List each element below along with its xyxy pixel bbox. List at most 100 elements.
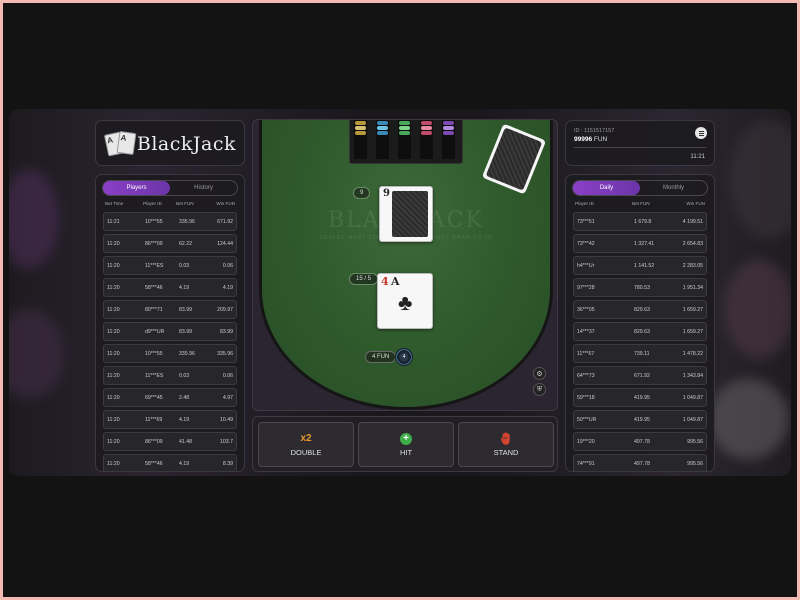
background-blur <box>9 169 59 269</box>
leaderboard-cell: 1 343.84 <box>682 373 703 379</box>
bet-row: 11:21 10***55 335.96 671.92 <box>103 212 237 231</box>
leaderboard-row: h4***Ur 1 141.52 2 283.05 <box>573 256 707 275</box>
bet-cell: 11:20 <box>107 373 120 379</box>
account-info-panel: ID : 1151517157 99996 FUN 11:21 <box>565 120 715 166</box>
bet-cell: 11:20 <box>107 351 120 357</box>
bet-cell: 10***55 <box>145 219 163 225</box>
left-column-headers: Bet Time Player ID Bet FUN Win FUN <box>104 201 236 209</box>
leaderboard-cell: 2 654.83 <box>682 241 703 247</box>
dealer-card-rank: 9 <box>383 188 390 199</box>
bet-cell: 11:20 <box>107 439 120 445</box>
leaderboard-row: 97***28 780.53 1 951.34 <box>573 278 707 297</box>
bet-cell: 11:20 <box>107 285 120 291</box>
player-cards: 4 A ♣ <box>377 273 433 329</box>
leaderboard-row: 50***UR 419.95 1 049.87 <box>573 410 707 429</box>
leaderboard-cell: 1 951.34 <box>682 285 703 291</box>
leaderboard-cell: 1 478.22 <box>682 351 703 357</box>
leaderboard-cell: 995.56 <box>687 439 703 445</box>
leaderboard-cell: 497.78 <box>634 461 650 467</box>
leaderboard-row: 59***18 419.95 1 049.87 <box>573 388 707 407</box>
leaderboard-row: 19***20 497.78 995.56 <box>573 432 707 451</box>
leaderboard-cell: 4 199.51 <box>682 219 703 225</box>
right-leaderboard-panel: Daily Monthly Player ID Bet FUN Win FUN … <box>565 174 715 472</box>
tab-monthly[interactable]: Monthly <box>640 181 707 195</box>
shield-icon[interactable]: ⛨ <box>533 383 546 396</box>
leaderboard-cell: 1 049.87 <box>682 417 703 423</box>
action-bar: x2 DOUBLE + HIT STAND <box>252 416 558 472</box>
leaderboard-cell: 995.56 <box>687 461 703 467</box>
bet-cell: 11:21 <box>107 219 120 225</box>
bet-row: 11:20 86***09 41.48 103.7 <box>103 432 237 451</box>
bet-cell: 4.19 <box>222 285 233 291</box>
leaderboard-cell: 11***67 <box>577 351 595 357</box>
double-button[interactable]: x2 DOUBLE <box>258 422 354 467</box>
stand-label: STAND <box>493 448 519 457</box>
menu-button[interactable] <box>695 127 707 139</box>
left-tabs: Players History <box>102 180 238 196</box>
bet-cell: 10.49 <box>220 417 233 423</box>
right-column-headers: Player ID Bet FUN Win FUN <box>574 201 706 209</box>
background-blur <box>9 309 64 399</box>
bet-row: 11:20 86***09 62.22 124.44 <box>103 234 237 253</box>
bet-cell: 10***55 <box>145 351 163 357</box>
column-header: Player ID <box>143 201 162 206</box>
bet-cell: 11***ES <box>145 373 164 379</box>
bet-cell: 0.03 <box>179 373 190 379</box>
chip-stack <box>420 120 433 159</box>
leaderboard-row: 36***05 829.63 1 659.27 <box>573 300 707 319</box>
balance-amount: 99996 <box>574 136 593 143</box>
leaderboard-cell: 829.63 <box>634 307 650 313</box>
bet-cell: 335.96 <box>217 351 233 357</box>
bet-cell: 58***46 <box>145 461 163 467</box>
settings-gear-icon[interactable]: ⚙ <box>533 367 546 380</box>
bet-cell: 11:20 <box>107 307 120 313</box>
column-header: Win FUN <box>216 201 235 206</box>
leaderboard-cell: 74***91 <box>577 461 595 467</box>
bet-cell: 671.92 <box>217 219 233 225</box>
bet-cell: 4.19 <box>179 285 190 291</box>
tab-history[interactable]: History <box>170 181 237 195</box>
menu-icon <box>698 130 704 132</box>
background-blur <box>709 379 789 459</box>
background-blur <box>724 259 791 359</box>
plus-icon: + <box>400 432 412 445</box>
background-blur <box>729 119 791 239</box>
leaderboard-cell: 50***UR <box>577 417 597 423</box>
chip-stack <box>398 120 411 159</box>
leaderboard-cell: 780.53 <box>634 285 650 291</box>
column-header: Win FUN <box>686 201 705 206</box>
stand-button[interactable]: STAND <box>458 422 554 467</box>
bet-cell: 11***69 <box>145 417 163 423</box>
tab-players[interactable]: Players <box>103 181 170 195</box>
bet-amount: 4 FUN <box>365 351 397 363</box>
leaderboard-cell: 419.95 <box>634 417 650 423</box>
bet-cell: 86***09 <box>145 241 163 247</box>
bet-cell: 11:20 <box>107 395 120 401</box>
leaderboard-cell: 829.63 <box>634 329 650 335</box>
club-suit-icon: ♣ <box>398 290 413 315</box>
leaderboard-cell: 497.78 <box>634 439 650 445</box>
left-bets-list: 11:21 10***55 335.96 671.92 11:20 86***09 62.2… <box>103 212 237 471</box>
card-back-pattern <box>392 191 428 237</box>
bet-row: 11:20 11***69 4.19 10.49 <box>103 410 237 429</box>
bet-cell: 124.44 <box>217 241 233 247</box>
bet-cell: 83.99 <box>179 307 192 313</box>
leaderboard-cell: 1 049.87 <box>682 395 703 401</box>
leaderboard-row: 14***37 829.63 1 659.27 <box>573 322 707 341</box>
leaderboard-cell: 64***73 <box>577 373 595 379</box>
bet-cell: 0.06 <box>222 263 233 269</box>
leaderboard-cell: 36***05 <box>577 307 595 313</box>
logo-panel: A A BlackJack <box>95 120 245 166</box>
tab-daily[interactable]: Daily <box>573 181 640 195</box>
bet-cell: 4.19 <box>179 461 190 467</box>
leaderboard-cell: 2 283.05 <box>682 263 703 269</box>
blackjack-logo: A A BlackJack <box>103 130 236 158</box>
logo-cards-icon: A A <box>103 130 137 157</box>
blackjack-table: BLACKJACK DEALER MUST STAND TO 17, AND M… <box>252 119 558 411</box>
hand-icon <box>500 432 510 445</box>
column-header: Bet FUN <box>176 201 194 206</box>
leaderboard-cell: 739.11 <box>634 351 650 357</box>
leaderboard-cell: 14***37 <box>577 329 595 335</box>
hit-button[interactable]: + HIT <box>358 422 454 467</box>
bet-row: 11:20 58***46 4.19 4.19 <box>103 278 237 297</box>
